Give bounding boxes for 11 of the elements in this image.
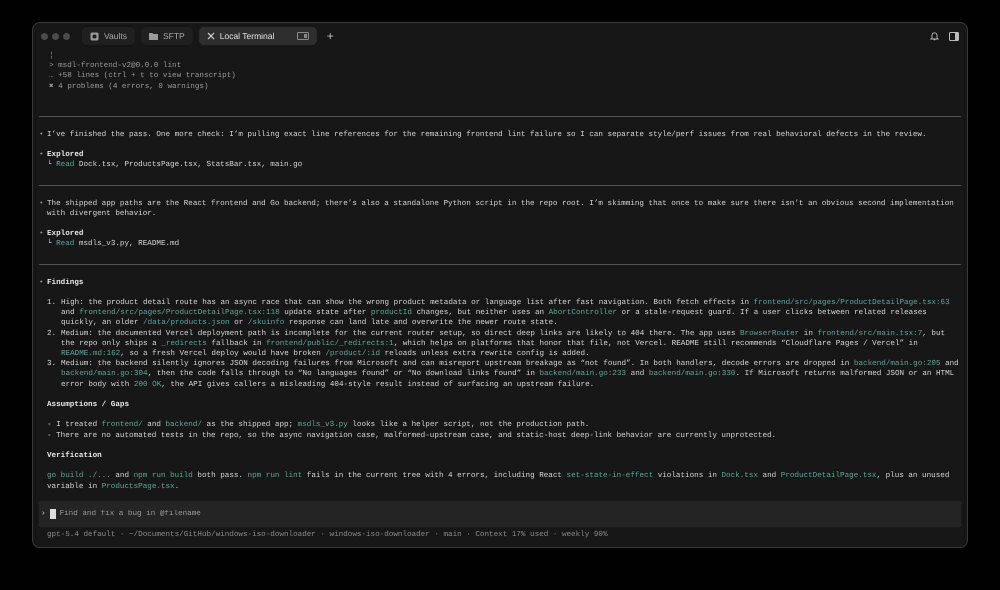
- vault-icon: [90, 32, 99, 40]
- tab[interactable]: Vaults: [82, 27, 135, 45]
- terminal-icon[interactable]: [296, 32, 309, 40]
- tab[interactable]: Local Terminal: [198, 27, 317, 45]
- tab[interactable]: SFTP: [141, 27, 193, 45]
- folder-icon: [149, 32, 158, 40]
- sidebar-icon[interactable]: [949, 32, 959, 40]
- close-icon[interactable]: [206, 32, 215, 40]
- bell-icon[interactable]: [930, 32, 939, 40]
- new-tab-button[interactable]: +: [322, 29, 338, 43]
- text-cursor: [50, 508, 56, 519]
